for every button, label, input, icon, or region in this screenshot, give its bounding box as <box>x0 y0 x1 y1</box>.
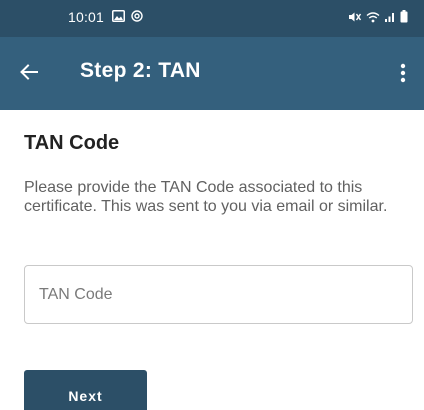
next-button[interactable]: Next <box>24 370 147 410</box>
mute-icon <box>349 12 362 21</box>
signal-icon <box>385 12 394 22</box>
status-icons-left <box>112 10 143 22</box>
status-time: 10:01 <box>68 9 105 25</box>
at-sign-icon <box>131 10 143 22</box>
back-button[interactable] <box>14 57 44 87</box>
main-content: TAN Code Please provide the TAN Code ass… <box>24 132 414 216</box>
battery-icon <box>400 10 408 23</box>
status-bar: 10:01 <box>0 0 424 37</box>
app-bar: Step 2: TAN <box>0 37 424 110</box>
status-icons-right <box>348 10 408 23</box>
more-vertical-icon <box>400 63 406 83</box>
arrow-left-icon <box>20 64 38 80</box>
overflow-menu-button[interactable] <box>390 58 416 88</box>
wifi-icon <box>366 11 380 22</box>
image-icon <box>112 10 125 22</box>
page-title: Step 2: TAN <box>80 59 201 82</box>
section-title: TAN Code <box>24 132 120 154</box>
tan-code-input[interactable] <box>24 265 413 324</box>
tan-description: Please provide the TAN Code associated t… <box>24 179 388 215</box>
